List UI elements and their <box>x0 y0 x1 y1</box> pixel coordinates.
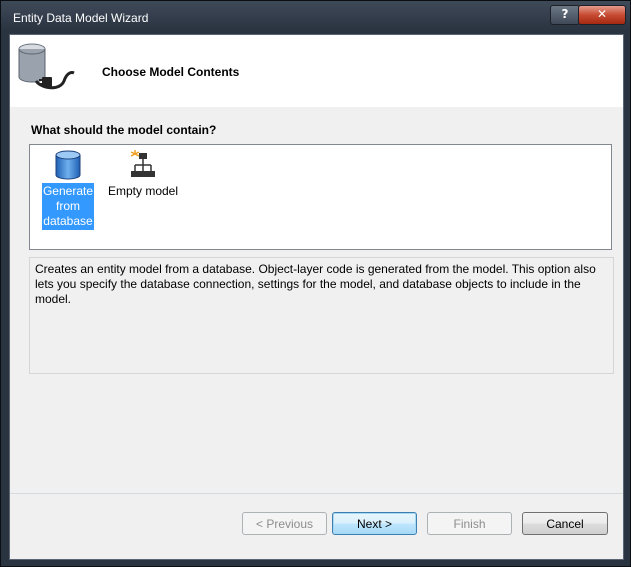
wizard-header: Choose Model Contents <box>10 35 623 107</box>
close-button[interactable]: ✕ <box>578 5 626 25</box>
previous-button[interactable]: < Previous <box>242 512 327 535</box>
option-empty-model[interactable]: Empty model <box>106 149 180 200</box>
empty-model-icon <box>130 150 155 177</box>
database-plug-icon <box>18 43 75 90</box>
option-description: Creates an entity model from a database.… <box>29 257 614 374</box>
next-button[interactable]: Next > <box>332 512 417 535</box>
option-label: Generate from database <box>42 183 94 230</box>
option-generate-from-database[interactable]: Generate from database <box>42 149 94 230</box>
model-contents-question: What should the model contain? <box>31 123 217 137</box>
page-title: Choose Model Contents <box>102 65 240 79</box>
database-icon <box>55 150 81 180</box>
window-title: Entity Data Model Wizard <box>13 11 149 25</box>
help-button[interactable]: ? <box>550 5 580 25</box>
cancel-button[interactable]: Cancel <box>522 512 608 535</box>
title-bar[interactable]: Entity Data Model Wizard ? ✕ <box>1 1 630 35</box>
finish-button[interactable]: Finish <box>427 512 512 535</box>
wizard-window: Entity Data Model Wizard ? ✕ Choose Mode… <box>0 0 631 567</box>
option-label: Empty model <box>107 184 179 198</box>
model-options-list[interactable]: Generate from database Empty model <box>29 144 612 250</box>
wizard-client-area: Choose Model Contents What should the mo… <box>9 34 624 560</box>
footer-divider <box>10 493 623 494</box>
